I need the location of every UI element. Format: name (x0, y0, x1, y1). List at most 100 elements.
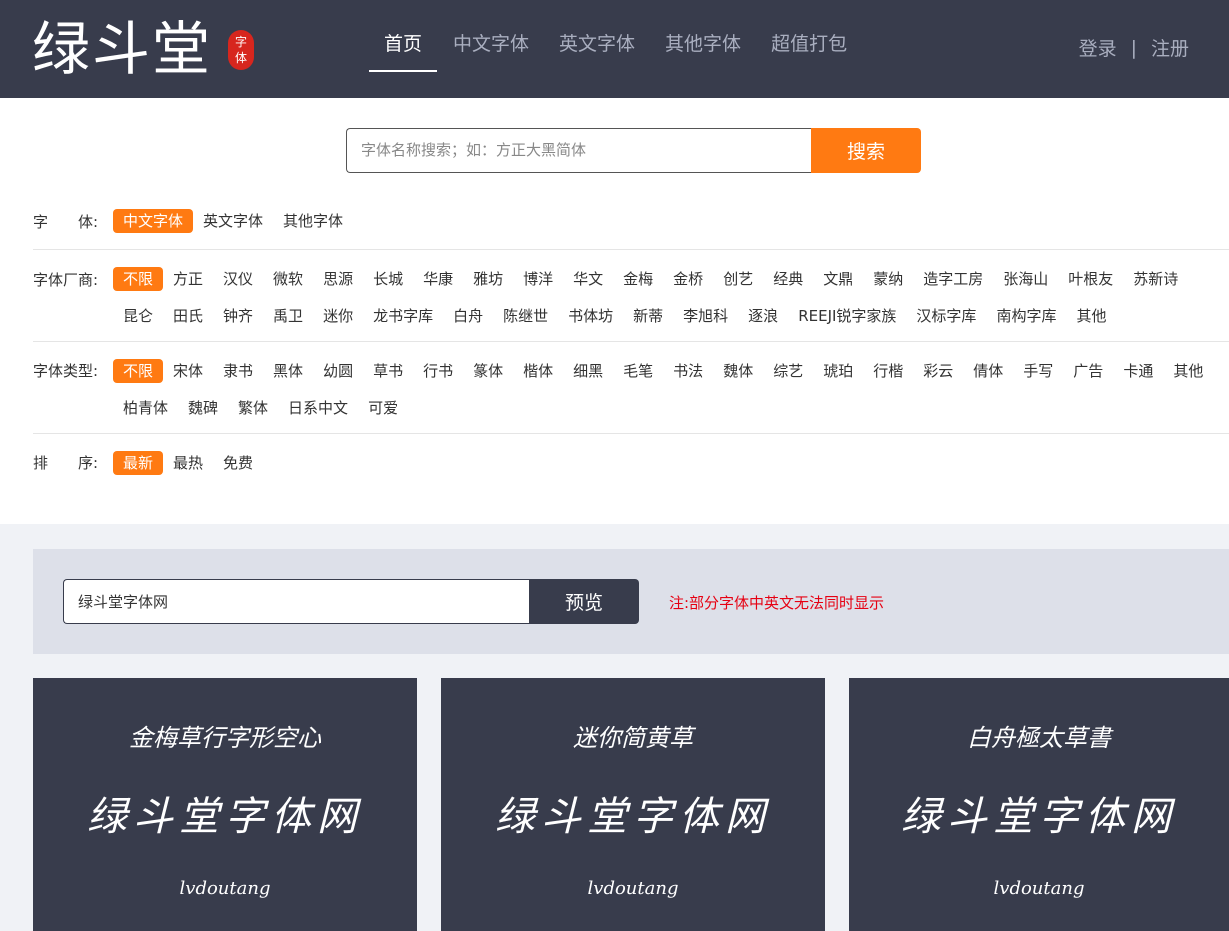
filter-option-sort[interactable]: 最新 (113, 451, 164, 475)
filter-option-font[interactable]: 中文字体 (113, 209, 194, 233)
search-button[interactable]: 搜索 (811, 128, 921, 173)
filter-option-type[interactable]: 行楷 (863, 359, 913, 383)
filter-option-maker[interactable]: 李旭科 (673, 304, 738, 328)
preview-button[interactable]: 预览 (529, 579, 639, 624)
font-card[interactable]: 迷你简黄草 绿斗堂字体网 lvdoutang (441, 678, 825, 931)
font-card-latin: lvdoutang (993, 878, 1085, 899)
filter-label-type: 字体类型: (33, 362, 99, 380)
filter-option-type[interactable]: 隶书 (213, 359, 263, 383)
filter-option-font[interactable]: 英文字体 (193, 209, 273, 233)
filter-option-maker[interactable]: 长城 (363, 267, 413, 291)
filter-label-sort: 排 序: (33, 454, 99, 472)
filter-options-maker: 不限 方正 汉仪 微软 思源 长城 华康 雅坊 博洋 华文 金梅 金桥 创艺 经典 文鼎 蒙纳 造字工房 张海山叶… (113, 267, 1229, 328)
filter-option-type[interactable]: 行书 (413, 359, 463, 383)
filter-option-maker[interactable]: 汉标字库 (906, 304, 986, 328)
filter-option-maker[interactable]: 华康 (413, 267, 463, 291)
filter-option-font[interactable]: 其他字体 (273, 209, 353, 233)
filter-option-maker[interactable]: 思源 (313, 267, 363, 291)
filter-option-maker[interactable]: REEJI锐字家族 (788, 304, 906, 328)
filter-option-maker[interactable]: 钟齐 (213, 304, 263, 328)
filter-option-maker[interactable]: 雅坊 (463, 267, 513, 291)
filter-option-maker[interactable]: 不限 (113, 267, 164, 291)
filter-option-maker[interactable]: 逐浪 (738, 304, 788, 328)
nav-home[interactable]: 首页 (369, 0, 438, 98)
filter-option-maker[interactable]: 龙书字库 (363, 304, 443, 328)
login-link[interactable]: 登录 (1079, 34, 1117, 61)
logo-text: 绿斗堂 (32, 15, 213, 83)
filter-option-maker[interactable]: 金桥 (663, 267, 713, 291)
filter-option-type[interactable]: 魏碑 (178, 396, 228, 420)
filter-option-type[interactable]: 不限 (113, 359, 164, 383)
filter-option-type[interactable]: 广告 (1063, 359, 1113, 383)
filter-option-type[interactable]: 琥珀 (813, 359, 863, 383)
top-header: 绿斗堂 字 体 首页 中文字体 英文字体 其他字体 超值打包 登录 | 注册 (0, 0, 1229, 98)
filter-row-type: 字体类型: 不限 宋体 隶书 黑体 幼圆 草书 行书 篆体 楷体 细黑 毛笔 书法 魏体 综艺 琥珀 行楷 彩云… (33, 342, 1229, 434)
filter-option-type[interactable]: 手写 (1013, 359, 1063, 383)
filter-option-maker[interactable]: 汉仪 (213, 267, 263, 291)
filter-options-sort: 最新 最热 免费 (113, 451, 1229, 475)
nav-english-fonts[interactable]: 英文字体 (559, 0, 635, 98)
filter-option-type[interactable]: 柏青体 (113, 396, 178, 420)
filter-option-maker[interactable]: 田氏 (163, 304, 213, 328)
filter-option-maker[interactable]: 创艺 (713, 267, 763, 291)
filter-option-maker[interactable]: 新蒂 (623, 304, 673, 328)
filter-option-type[interactable]: 综艺 (763, 359, 813, 383)
filter-option-type[interactable]: 魏体 (713, 359, 763, 383)
filter-option-type[interactable]: 日系中文 (278, 396, 358, 420)
nav-other-fonts[interactable]: 其他字体 (665, 0, 741, 98)
filter-option-maker[interactable]: 白舟 (443, 304, 493, 328)
filter-option-maker[interactable]: 造字工房 (913, 267, 993, 291)
site-logo[interactable]: 绿斗堂 字 体 (32, 15, 254, 83)
filter-option-type[interactable]: 其他 (1163, 359, 1213, 383)
filter-option-maker[interactable]: 蒙纳 (863, 267, 913, 291)
filter-option-maker[interactable]: 其他 (1066, 304, 1116, 328)
preview-input[interactable] (63, 579, 529, 624)
font-card-sample: 绿斗堂字体网 (901, 794, 1177, 840)
filter-option-type[interactable]: 可爱 (358, 396, 408, 420)
search-input[interactable] (346, 128, 811, 173)
filter-option-maker[interactable]: 书体坊 (558, 304, 623, 328)
filter-option-type[interactable]: 彩云 (913, 359, 963, 383)
filter-option-maker[interactable]: 苏新诗 (1123, 267, 1188, 291)
filter-option-maker[interactable]: 张海山 (993, 267, 1058, 291)
filter-option-type[interactable]: 幼圆 (313, 359, 363, 383)
filter-option-type[interactable]: 倩体 (963, 359, 1013, 383)
main-nav: 首页 中文字体 英文字体 其他字体 超值打包 (369, 0, 877, 98)
filter-option-maker[interactable]: 迷你 (313, 304, 363, 328)
filter-option-maker[interactable]: 禹卫 (263, 304, 313, 328)
filter-option-type[interactable]: 篆体 (463, 359, 513, 383)
register-link[interactable]: 注册 (1151, 34, 1189, 61)
filter-option-sort[interactable]: 免费 (213, 451, 263, 475)
filter-option-maker[interactable]: 经典 (763, 267, 813, 291)
nav-chinese-fonts[interactable]: 中文字体 (453, 0, 529, 98)
filter-option-maker[interactable]: 昆仑 (113, 304, 163, 328)
filter-option-maker[interactable]: 金梅 (613, 267, 663, 291)
filter-option-type[interactable]: 草书 (363, 359, 413, 383)
filter-options-font: 中文字体 英文字体 其他字体 (113, 209, 1229, 233)
filter-option-type[interactable]: 繁体 (228, 396, 278, 420)
filter-option-type[interactable]: 书法 (663, 359, 713, 383)
filter-label-font: 字 体: (33, 213, 99, 231)
filter-option-maker[interactable]: 方正 (163, 267, 213, 291)
filter-option-type[interactable]: 毛笔 (613, 359, 663, 383)
preview-note: 注:部分字体中英文无法同时显示 (669, 594, 885, 612)
filter-option-type[interactable]: 宋体 (163, 359, 213, 383)
filter-option-maker[interactable]: 微软 (263, 267, 313, 291)
nav-bundles[interactable]: 超值打包 (771, 0, 847, 98)
filter-option-type[interactable]: 细黑 (563, 359, 613, 383)
filter-option-type[interactable]: 黑体 (263, 359, 313, 383)
filter-option-maker[interactable]: 南构字库 (986, 304, 1066, 328)
filter-option-maker[interactable]: 博洋 (513, 267, 563, 291)
filter-option-maker[interactable]: 陈继世 (493, 304, 558, 328)
filter-option-sort[interactable]: 最热 (163, 451, 213, 475)
filter-option-type[interactable]: 卡通 (1113, 359, 1163, 383)
preview-bar: 预览 注:部分字体中英文无法同时显示 (33, 549, 1229, 654)
font-card-sample: 绿斗堂字体网 (87, 794, 363, 840)
filter-option-maker[interactable]: 叶根友 (1058, 267, 1123, 291)
font-card[interactable]: 金梅草行字形空心 绿斗堂字体网 lvdoutang (33, 678, 417, 931)
font-card[interactable]: 白舟極太草書 绿斗堂字体网 lvdoutang (849, 678, 1229, 931)
filter-option-type[interactable]: 楷体 (513, 359, 563, 383)
filter-row-sort: 排 序: 最新 最热 免费 (33, 434, 1229, 494)
filter-option-maker[interactable]: 华文 (563, 267, 613, 291)
filter-option-maker[interactable]: 文鼎 (813, 267, 863, 291)
